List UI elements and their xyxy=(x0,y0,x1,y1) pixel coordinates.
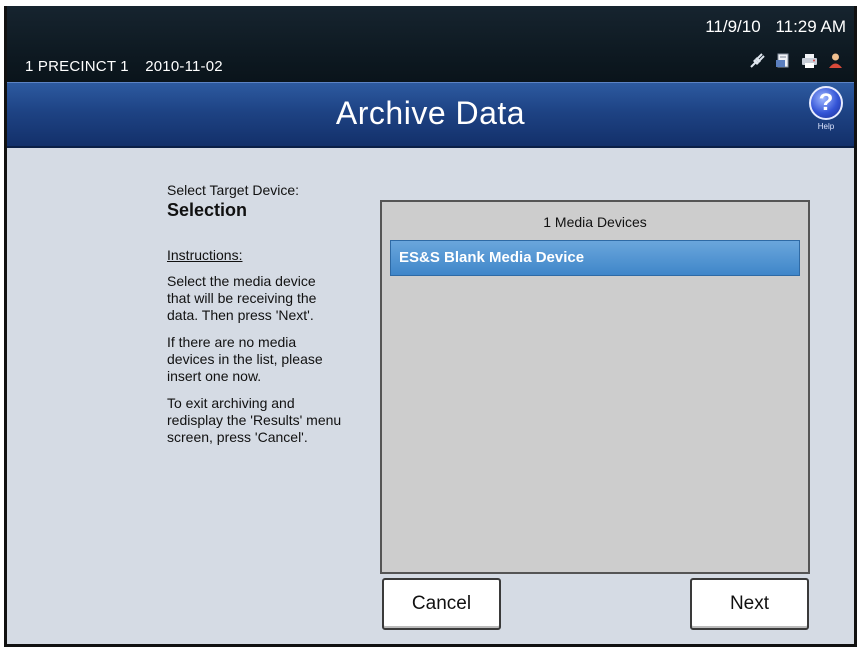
media-device-list[interactable]: 1 Media Devices ES&S Blank Media Device xyxy=(380,200,810,574)
precinct-info: 1 PRECINCT 1 2010-11-02 xyxy=(25,58,235,75)
clock-time: 11:29 AM xyxy=(775,17,846,36)
clock: 11/9/10 11:29 AM xyxy=(695,17,846,37)
instructions-heading: Instructions: xyxy=(167,247,243,263)
app-window: 1 PRECINCT 1 2010-11-02 11/9/10 11:29 AM xyxy=(4,6,857,647)
device-count-header: 1 Media Devices xyxy=(543,214,647,230)
cancel-button[interactable]: Cancel xyxy=(382,578,501,630)
power-plug-icon xyxy=(750,53,765,68)
help-label: Help xyxy=(817,122,835,131)
instruction-paragraph: If there are no media devices in the lis… xyxy=(167,334,323,384)
printer-icon xyxy=(802,54,817,68)
select-target-label: Select Target Device: xyxy=(167,182,300,198)
instruction-paragraph: To exit archiving and redisplay the 'Res… xyxy=(167,395,342,445)
election-date: 2010-11-02 xyxy=(145,58,223,75)
help-icon: ? xyxy=(809,86,843,120)
instructions-panel: Select Target Device: Selection Instruct… xyxy=(167,182,342,446)
document-icon xyxy=(776,53,789,68)
clock-date: 11/9/10 xyxy=(705,17,761,36)
instruction-paragraph: Select the media device that will be rec… xyxy=(167,273,317,323)
page-title: Archive Data xyxy=(335,95,526,131)
title-bar: Archive Data ? Help xyxy=(7,82,854,148)
selection-heading: Selection xyxy=(167,200,248,220)
precinct-name: 1 PRECINCT 1 xyxy=(25,58,129,75)
device-list-item[interactable]: ES&S Blank Media Device xyxy=(390,240,800,276)
help-button[interactable]: ? Help xyxy=(804,86,848,131)
user-icon xyxy=(829,53,842,68)
status-icons xyxy=(749,52,844,69)
status-bar: 1 PRECINCT 1 2010-11-02 11/9/10 11:29 AM xyxy=(7,6,854,82)
next-button[interactable]: Next xyxy=(690,578,809,630)
